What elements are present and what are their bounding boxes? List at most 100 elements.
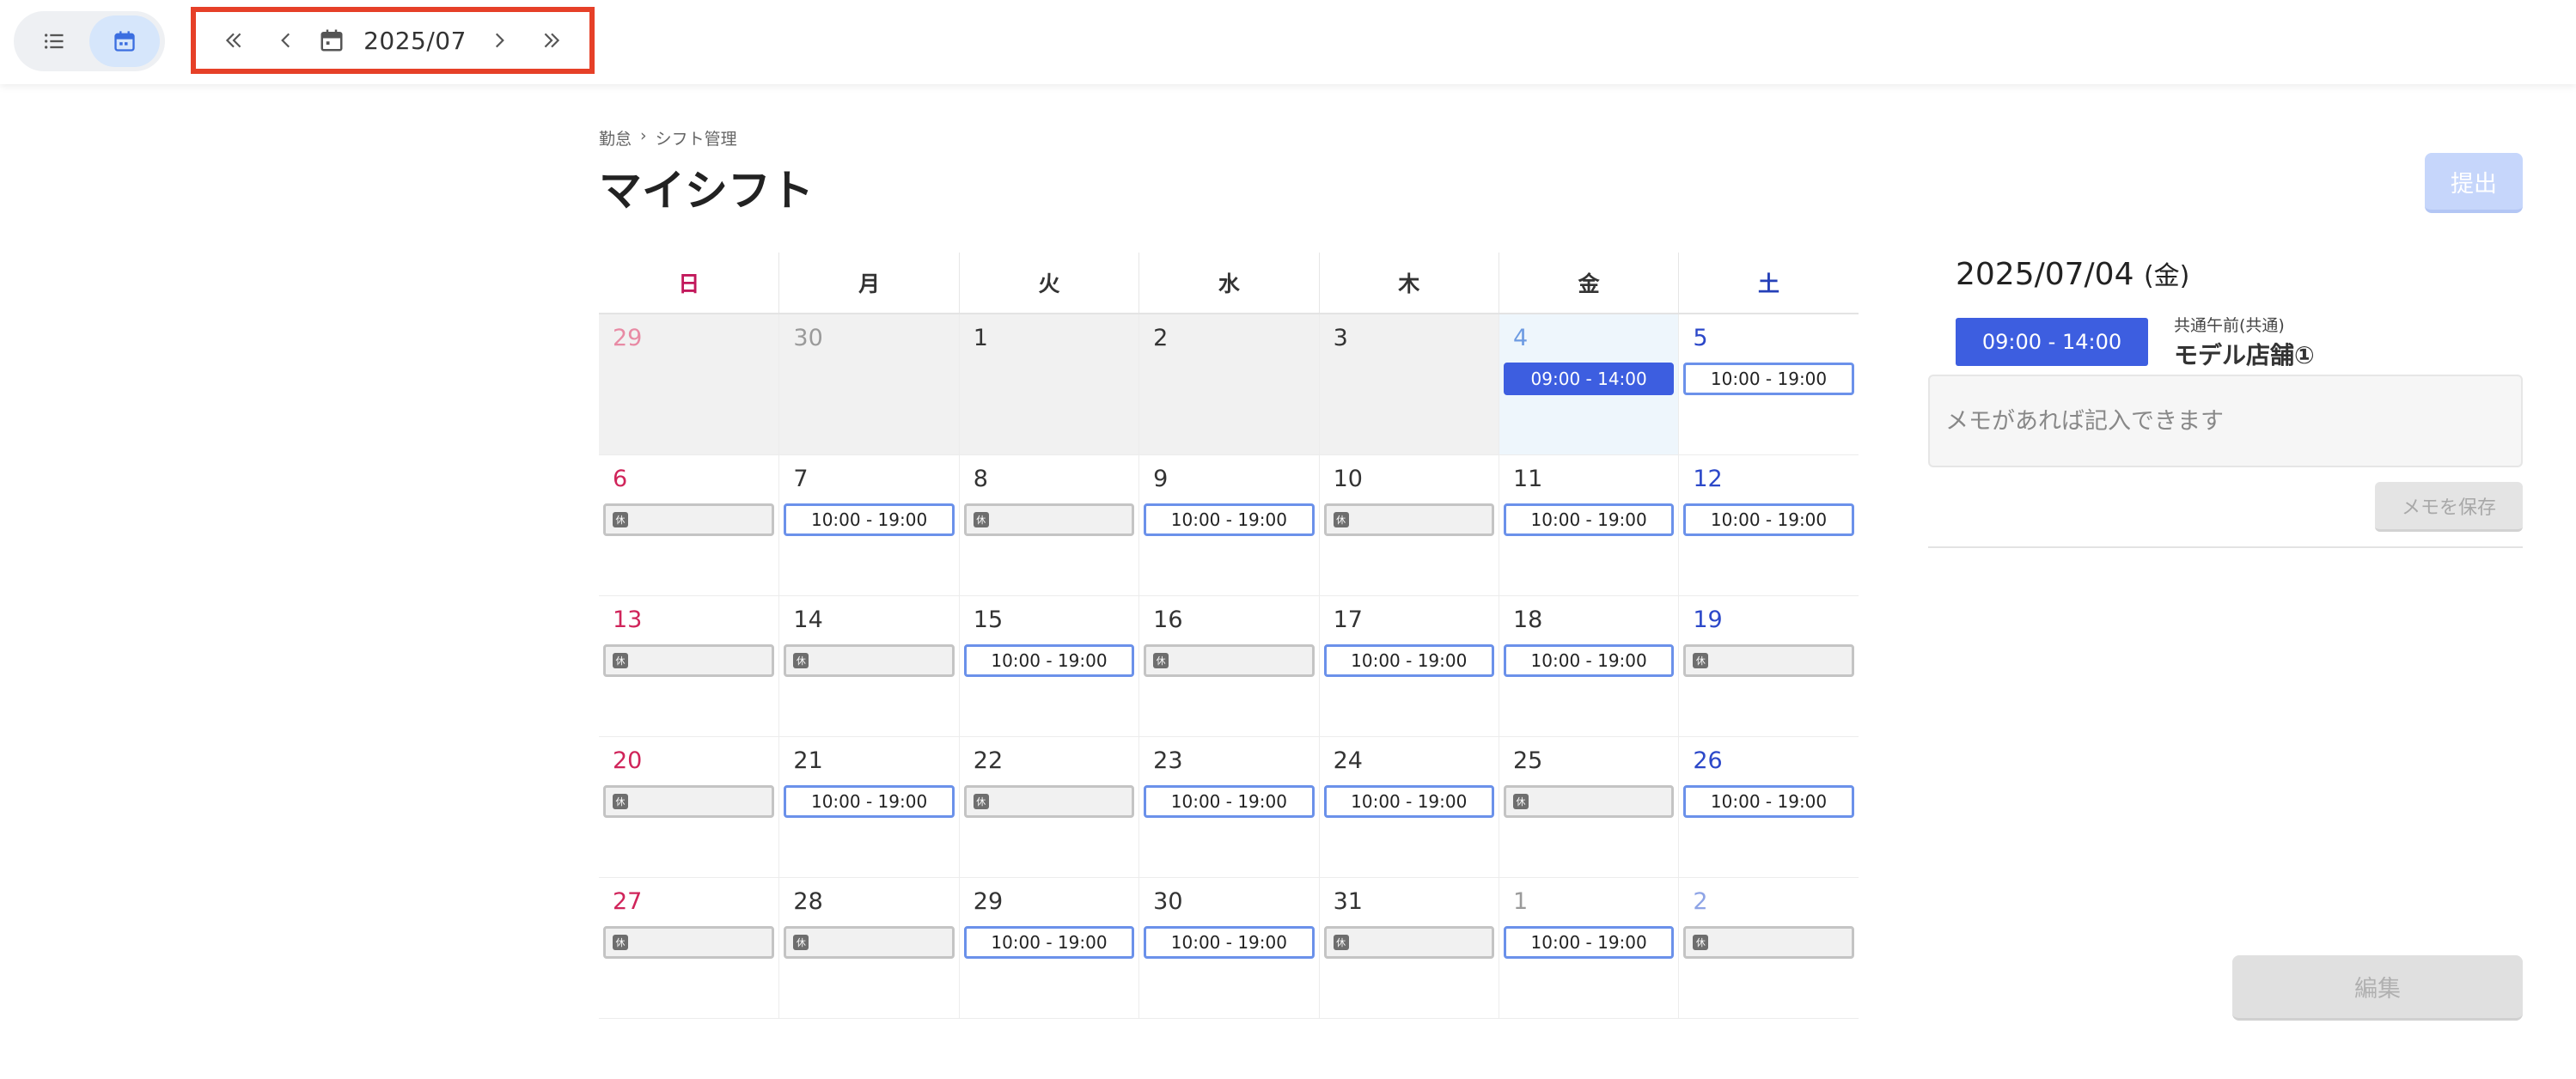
day-number: 26 bbox=[1693, 747, 1723, 774]
calendar-day[interactable]: 15 10:00 - 19:00 bbox=[958, 596, 1139, 737]
day-number: 5 bbox=[1693, 325, 1708, 351]
memo-input[interactable] bbox=[1928, 375, 2523, 467]
calendar-day[interactable]: 9 10:00 - 19:00 bbox=[1138, 455, 1319, 596]
day-number: 12 bbox=[1693, 466, 1723, 492]
shift-chip[interactable]: 10:00 - 19:00 bbox=[1323, 785, 1494, 818]
day-off-icon: 休 bbox=[793, 935, 809, 950]
month-picker[interactable]: 2025/07 bbox=[319, 27, 467, 55]
day-off-chip[interactable]: 休 bbox=[1144, 644, 1315, 677]
day-off-chip[interactable]: 休 bbox=[1323, 503, 1494, 536]
day-off-chip[interactable]: 休 bbox=[603, 644, 775, 677]
day-number: 25 bbox=[1512, 747, 1543, 774]
day-number: 17 bbox=[1333, 607, 1363, 633]
shift-chip[interactable]: 10:00 - 19:00 bbox=[963, 926, 1135, 959]
prev-month-button[interactable] bbox=[267, 21, 305, 59]
calendar-day[interactable]: 2 bbox=[1138, 314, 1319, 455]
calendar-day[interactable]: 1 10:00 - 19:00 bbox=[1498, 878, 1679, 1019]
calendar-day[interactable]: 28 休 bbox=[778, 878, 959, 1019]
chevron-left-icon bbox=[280, 33, 290, 48]
calendar-day[interactable]: 3 bbox=[1318, 314, 1499, 455]
calendar-day[interactable]: 29 bbox=[599, 314, 779, 455]
calendar-view-button[interactable] bbox=[89, 15, 160, 67]
calendar-day[interactable]: 22 休 bbox=[958, 737, 1139, 878]
shift-chip[interactable]: 10:00 - 19:00 bbox=[1683, 785, 1854, 818]
shift-chip[interactable]: 10:00 - 19:00 bbox=[784, 503, 955, 536]
calendar-day[interactable]: 16 休 bbox=[1138, 596, 1319, 737]
day-number: 18 bbox=[1512, 607, 1543, 633]
day-off-chip[interactable]: 休 bbox=[1683, 644, 1854, 677]
calendar-day[interactable]: 4 09:00 - 14:00 bbox=[1498, 314, 1679, 455]
shift-chip[interactable]: 10:00 - 19:00 bbox=[1503, 644, 1675, 677]
calendar-day[interactable]: 29 10:00 - 19:00 bbox=[958, 878, 1139, 1019]
calendar-day[interactable]: 5 10:00 - 19:00 bbox=[1678, 314, 1859, 455]
weekday-fri: 金 bbox=[1498, 253, 1678, 313]
day-number: 2 bbox=[1153, 325, 1169, 351]
next-month-button[interactable] bbox=[480, 21, 518, 59]
calendar-day[interactable]: 11 10:00 - 19:00 bbox=[1498, 455, 1679, 596]
shift-chip[interactable]: 10:00 - 19:00 bbox=[784, 785, 955, 818]
day-off-chip[interactable]: 休 bbox=[784, 926, 955, 959]
calendar-day[interactable]: 1 bbox=[958, 314, 1139, 455]
day-number: 14 bbox=[793, 607, 823, 633]
save-memo-button[interactable]: メモを保存 bbox=[2375, 482, 2523, 532]
list-view-button[interactable] bbox=[19, 15, 89, 67]
last-month-button[interactable] bbox=[533, 21, 571, 59]
calendar-day[interactable]: 23 10:00 - 19:00 bbox=[1138, 737, 1319, 878]
day-number: 20 bbox=[613, 747, 643, 774]
shift-chip[interactable]: 10:00 - 19:00 bbox=[1683, 503, 1854, 536]
calendar-day[interactable]: 14 休 bbox=[778, 596, 959, 737]
shift-chip[interactable]: 10:00 - 19:00 bbox=[1503, 503, 1675, 536]
day-off-chip[interactable]: 休 bbox=[603, 926, 775, 959]
calendar-day[interactable]: 7 10:00 - 19:00 bbox=[778, 455, 959, 596]
calendar-day[interactable]: 12 10:00 - 19:00 bbox=[1678, 455, 1859, 596]
day-off-chip[interactable]: 休 bbox=[1503, 785, 1675, 818]
day-off-icon: 休 bbox=[1693, 653, 1709, 668]
day-off-chip[interactable]: 休 bbox=[1323, 926, 1494, 959]
day-number: 11 bbox=[1512, 466, 1543, 492]
day-off-chip[interactable]: 休 bbox=[963, 785, 1135, 818]
day-number: 7 bbox=[793, 466, 809, 492]
calendar-day[interactable]: 2休 bbox=[1678, 878, 1859, 1019]
submit-button[interactable]: 提出 bbox=[2425, 153, 2523, 213]
day-number: 2 bbox=[1693, 888, 1708, 915]
day-off-chip[interactable]: 休 bbox=[1683, 926, 1854, 959]
day-number: 19 bbox=[1693, 607, 1723, 633]
shift-chip[interactable]: 10:00 - 19:00 bbox=[1144, 785, 1315, 818]
calendar-day[interactable]: 10 休 bbox=[1318, 455, 1499, 596]
calendar-day[interactable]: 25 休 bbox=[1498, 737, 1679, 878]
calendar-day[interactable]: 19 休 bbox=[1678, 596, 1859, 737]
shift-chip[interactable]: 10:00 - 19:00 bbox=[1683, 363, 1854, 395]
shift-calendar: 日 月 火 水 木 金 土 29 30 1 2 3 4 09:00 - 14:00 5 10:0… bbox=[599, 253, 1859, 1019]
day-off-chip[interactable]: 休 bbox=[603, 785, 775, 818]
breadcrumb-root[interactable]: 勤怠 bbox=[599, 126, 632, 149]
calendar-day[interactable]: 24 10:00 - 19:00 bbox=[1318, 737, 1499, 878]
calendar-day[interactable]: 26 10:00 - 19:00 bbox=[1678, 737, 1859, 878]
calendar-day[interactable]: 13 休 bbox=[599, 596, 779, 737]
calendar-day[interactable]: 27 休 bbox=[599, 878, 779, 1019]
shift-chip[interactable]: 10:00 - 19:00 bbox=[1144, 503, 1315, 536]
calendar-day[interactable]: 30 bbox=[778, 314, 959, 455]
calendar-day[interactable]: 21 10:00 - 19:00 bbox=[778, 737, 959, 878]
day-off-chip[interactable]: 休 bbox=[784, 644, 955, 677]
shift-chip[interactable]: 10:00 - 19:00 bbox=[1503, 926, 1675, 959]
shift-chip[interactable]: 10:00 - 19:00 bbox=[1323, 644, 1494, 677]
calendar-day[interactable]: 30 10:00 - 19:00 bbox=[1138, 878, 1319, 1019]
day-off-chip[interactable]: 休 bbox=[963, 503, 1135, 536]
first-month-button[interactable] bbox=[215, 21, 253, 59]
weekday-wed: 水 bbox=[1138, 253, 1318, 313]
shift-chip[interactable]: 09:00 - 14:00 bbox=[1503, 363, 1675, 395]
calendar-day[interactable]: 8休 bbox=[958, 455, 1139, 596]
calendar-day[interactable]: 20 休 bbox=[599, 737, 779, 878]
calendar-day[interactable]: 18 10:00 - 19:00 bbox=[1498, 596, 1679, 737]
day-number: 31 bbox=[1333, 888, 1363, 915]
calendar-day[interactable]: 17 10:00 - 19:00 bbox=[1318, 596, 1499, 737]
edit-button[interactable]: 編集 bbox=[2232, 955, 2523, 1021]
shift-chip[interactable]: 10:00 - 19:00 bbox=[963, 644, 1135, 677]
shift-chip[interactable]: 10:00 - 19:00 bbox=[1144, 926, 1315, 959]
calendar-day[interactable]: 6休 bbox=[599, 455, 779, 596]
day-off-icon: 休 bbox=[613, 653, 628, 668]
selected-date-weekday: (金) bbox=[2143, 261, 2190, 291]
day-off-icon: 休 bbox=[613, 794, 628, 809]
calendar-day[interactable]: 31 休 bbox=[1318, 878, 1499, 1019]
day-off-chip[interactable]: 休 bbox=[603, 503, 775, 536]
